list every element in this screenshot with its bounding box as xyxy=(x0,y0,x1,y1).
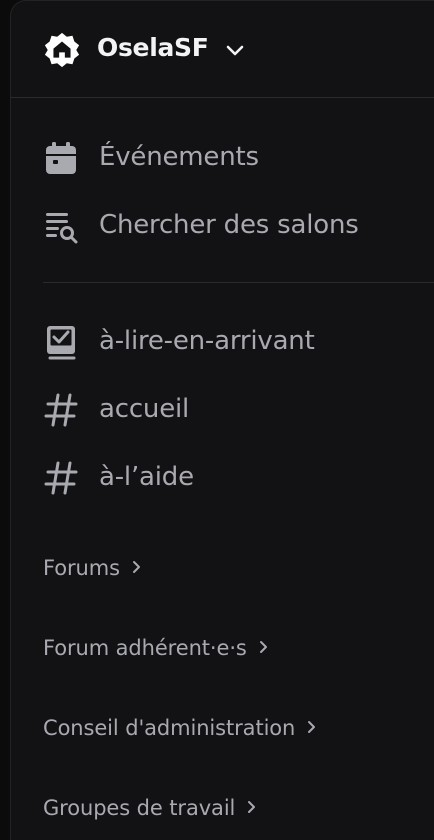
server-name: OselaSF xyxy=(97,33,209,62)
calendar-icon xyxy=(46,142,76,174)
chevron-down-icon xyxy=(226,45,244,56)
category-label: Forums xyxy=(43,556,120,580)
events-label: Événements xyxy=(99,142,259,172)
chevron-right-icon xyxy=(248,801,256,813)
channel-sidebar: OselaSF Événements Chercher des salons à… xyxy=(10,0,434,840)
hash-icon xyxy=(44,393,78,427)
channel-item-a-l-aide[interactable]: à-l’aide xyxy=(11,450,434,506)
chevron-right-icon xyxy=(132,561,140,573)
browse-channels-icon xyxy=(46,213,78,244)
chevron-right-icon xyxy=(308,721,316,733)
browse-channels-label: Chercher des salons xyxy=(99,210,359,240)
category-forum-adherent-e-s[interactable]: Forum adhérent·e·s xyxy=(11,628,434,668)
browse-channels-item[interactable]: Chercher des salons xyxy=(11,198,434,254)
category-conseil-d-administration[interactable]: Conseil d'administration xyxy=(11,708,434,748)
channel-item-accueil[interactable]: accueil xyxy=(11,382,434,438)
home-icon xyxy=(44,32,80,68)
chevron-right-icon xyxy=(259,641,267,653)
channel-label: accueil xyxy=(99,394,190,424)
channel-label: à-l’aide xyxy=(99,462,194,492)
section-divider xyxy=(43,282,434,283)
channel-label: à-lire-en-arrivant xyxy=(99,326,315,356)
category-label: Forum adhérent·e·s xyxy=(43,636,247,660)
category-label-wrap: Forums xyxy=(43,556,144,580)
hash-icon xyxy=(44,461,78,495)
channel-item-a-lire-en-arrivant[interactable]: à-lire-en-arrivant xyxy=(11,314,434,370)
category-forums[interactable]: Forums xyxy=(11,548,434,588)
category-label: Conseil d'administration xyxy=(43,716,296,740)
category-groupes-de-travail[interactable]: Groupes de travail xyxy=(11,788,434,828)
events-item[interactable]: Événements xyxy=(11,130,434,186)
category-label-wrap: Forum adhérent·e·s xyxy=(43,636,271,660)
category-label-wrap: Conseil d'administration xyxy=(43,716,319,740)
rules-channel-icon xyxy=(47,326,76,360)
server-header[interactable]: OselaSF xyxy=(11,1,434,98)
category-label: Groupes de travail xyxy=(43,796,236,820)
category-label-wrap: Groupes de travail xyxy=(43,796,259,820)
